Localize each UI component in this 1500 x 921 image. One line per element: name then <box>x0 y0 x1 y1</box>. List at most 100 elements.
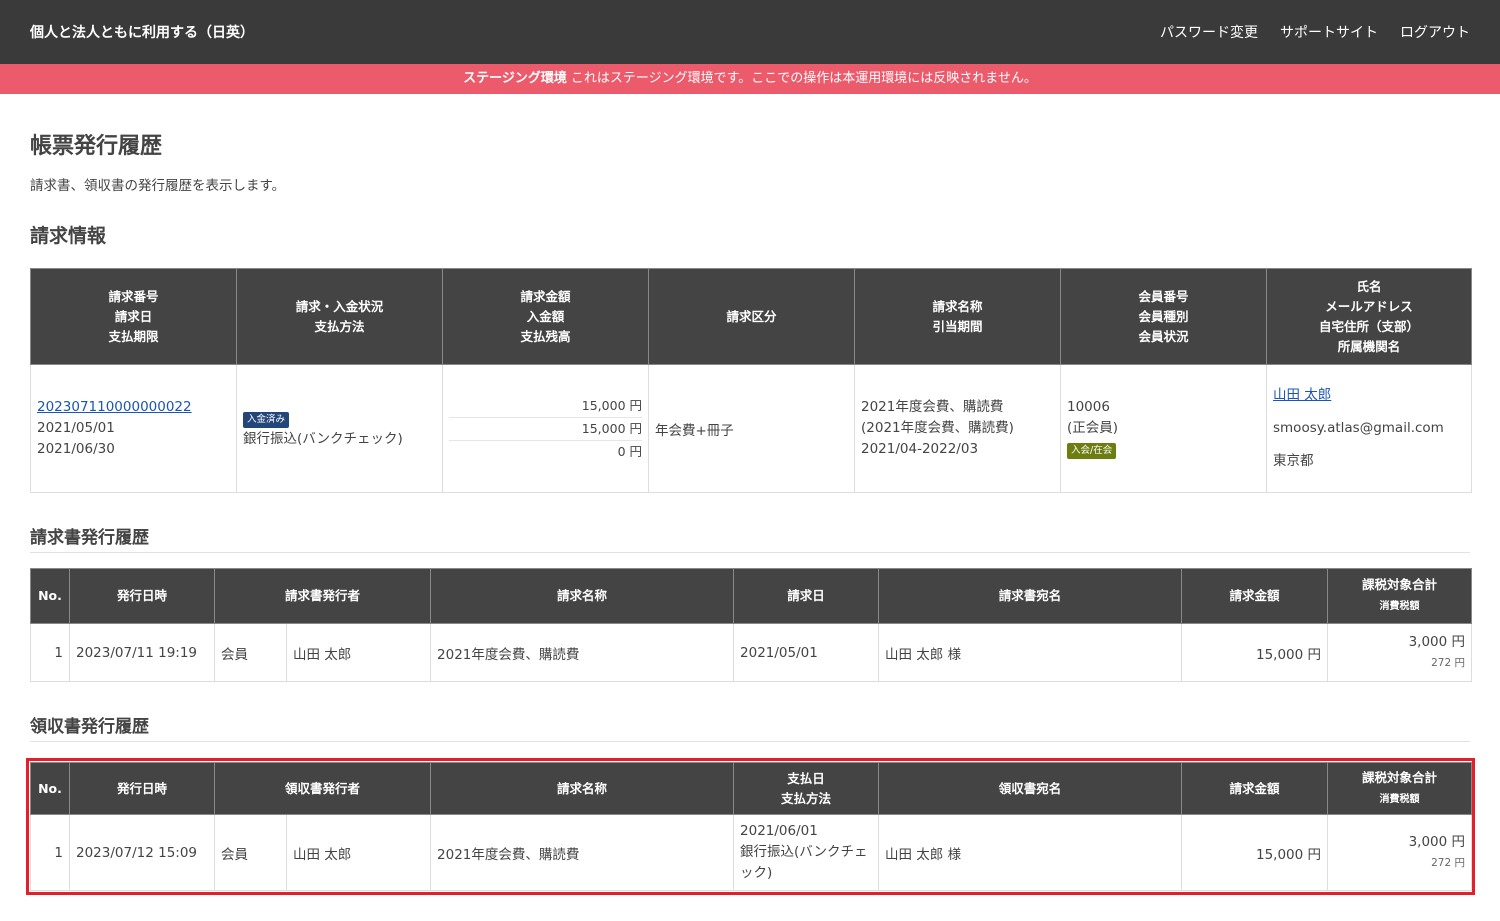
due-date: 2021/06/30 <box>37 441 115 457</box>
billing-period: 2021/04-2022/03 <box>861 441 979 457</box>
col-title: 請求名称 <box>430 568 735 624</box>
invoice-history-header-row: No. 発行日時 請求書発行者 請求名称 請求日 請求書宛名 請求金額 課税対象… <box>30 568 1473 624</box>
col-issued-at: 発行日時 <box>69 568 215 624</box>
row-recipient: 山田 太郎 様 <box>878 814 1183 891</box>
member-type: (正会員) <box>1067 420 1119 436</box>
person-cell: 山田 太郎 smoosy.atlas@gmail.com 東京都 <box>1266 364 1472 493</box>
row-pay-cell: 2021/06/01 銀行振込(バンクチェック) <box>733 814 880 891</box>
row-pay-date: 2021/06/01 <box>740 823 818 839</box>
invoice-history-table: No. 発行日時 請求書発行者 請求名称 請求日 請求書宛名 請求金額 課税対象… <box>30 568 1473 682</box>
nav-logout[interactable]: ログアウト <box>1400 22 1470 42</box>
row-title: 2021年度会費、購読費 <box>430 623 735 682</box>
billing-heading: 請求情報 <box>30 225 107 247</box>
col-invoice-no: 請求番号 請求日 支払期限 <box>30 268 237 365</box>
col-category: 請求区分 <box>648 268 855 365</box>
row-no: 1 <box>30 814 70 891</box>
invoice-history-heading: 請求書発行履歴 <box>30 523 1470 553</box>
row-no: 1 <box>30 623 70 682</box>
row-issuer-type: 会員 <box>214 814 287 891</box>
col-member: 会員番号 会員種別 会員状況 <box>1060 268 1267 365</box>
col-pay-date-label: 支払日 <box>787 770 825 786</box>
col-recipient: 領収書宛名 <box>878 762 1183 815</box>
col-amount: 請求金額 <box>1181 568 1329 624</box>
billing-name: 2021年度会費、購読費 <box>861 399 1004 415</box>
amount-cell: 15,000 円 15,000 円 0 円 <box>442 364 649 493</box>
table-row: 1 2023/07/11 19:19 会員 山田 太郎 2021年度会費、購読費… <box>30 623 1473 682</box>
staging-label: ステージング環境 <box>463 71 567 86</box>
member-number: 10006 <box>1067 399 1110 415</box>
staging-banner: ステージング環境 これはステージング環境です。ここでの操作は本運用環境には反映され… <box>0 64 1500 94</box>
row-title: 2021年度会費、購読費 <box>430 814 735 891</box>
row-invoice-date: 2021/05/01 <box>733 623 880 682</box>
balance-amount: 0 円 <box>617 443 642 459</box>
receipt-history-header-row: No. 発行日時 領収書発行者 請求名称 支払日 支払方法 領収書宛名 請求金額… <box>30 762 1473 815</box>
row-pay-method: 銀行振込(バンクチェック) <box>740 844 868 881</box>
col-recipient: 請求書宛名 <box>878 568 1183 624</box>
category-cell: 年会費+冊子 <box>648 364 855 493</box>
col-person: 氏名 メールアドレス 自宅住所（支部） 所属機関名 <box>1266 268 1472 365</box>
col-tax-label: 消費税額 <box>1379 793 1420 805</box>
col-invoice-date: 請求日 <box>733 568 880 624</box>
col-amounts: 請求金額 入金額 支払残高 <box>442 268 649 365</box>
col-pay-method-label: 支払方法 <box>781 790 832 806</box>
staging-message: これはステージング環境です。ここでの操作は本運用環境には反映されません。 <box>570 71 1037 86</box>
col-amount: 請求金額 <box>1181 762 1329 815</box>
row-amount: 15,000 円 <box>1181 814 1329 891</box>
col-taxable-label: 課税対象合計 <box>1362 577 1438 592</box>
invoice-amount: 15,000 円 <box>449 395 642 418</box>
paid-status-badge: 入金済み <box>243 411 290 428</box>
col-taxable: 課税対象合計 消費税額 <box>1327 568 1473 624</box>
billing-name-cell: 2021年度会費、購読費 (2021年度会費、購読費) 2021/04-2022… <box>854 364 1061 493</box>
col-no: No. <box>30 568 70 624</box>
row-issued-at: 2023/07/11 19:19 <box>69 623 215 682</box>
col-no: No. <box>30 762 70 815</box>
row-tax: 272 円 <box>1431 857 1466 869</box>
row-amount: 15,000 円 <box>1181 623 1329 682</box>
row-issuer-name: 山田 太郎 <box>285 814 432 891</box>
receipt-highlight-frame: No. 発行日時 領収書発行者 請求名称 支払日 支払方法 領収書宛名 請求金額… <box>26 758 1475 895</box>
row-taxable: 3,000 円 <box>1408 834 1466 850</box>
col-tax-label: 消費税額 <box>1379 601 1420 612</box>
billing-table: 請求番号 請求日 支払期限 請求・入金状況 支払方法 請求金額 入金額 支払残高… <box>30 268 1472 493</box>
billing-name-sub: (2021年度会費、購読費) <box>861 420 1014 436</box>
invoice-number-link[interactable]: 202307110000000022 <box>37 399 192 415</box>
row-taxable: 3,000 円 <box>1408 634 1466 650</box>
row-issuer-type: 会員 <box>214 623 287 682</box>
row-taxable-cell: 3,000 円 272 円 <box>1327 623 1473 682</box>
person-address: 東京都 <box>1273 453 1314 469</box>
row-tax: 272 円 <box>1431 657 1466 669</box>
col-taxable: 課税対象合計 消費税額 <box>1327 762 1473 815</box>
payment-method: 銀行振込(バンクチェック) <box>243 430 403 447</box>
row-issuer-name: 山田 太郎 <box>285 623 432 682</box>
col-issuer: 請求書発行者 <box>213 568 432 624</box>
row-taxable-cell: 3,000 円 272 円 <box>1327 814 1473 891</box>
page-description: 請求書、領収書の発行履歴を表示します。 <box>30 178 286 194</box>
row-recipient: 山田 太郎 様 <box>878 623 1183 682</box>
receipt-history-heading: 領収書発行履歴 <box>30 712 1470 742</box>
col-status: 請求・入金状況 支払方法 <box>236 268 443 365</box>
member-status-badge: 入会/在会 <box>1067 443 1117 459</box>
billing-row: 202307110000000022 2021/05/01 2021/06/30… <box>30 364 1472 493</box>
person-email: smoosy.atlas@gmail.com <box>1273 420 1444 436</box>
paid-amount: 15,000 円 <box>449 418 642 441</box>
main-content: 帳票発行履歴 請求書、領収書の発行履歴を表示します。 請求情報 請求番号 請求日… <box>0 132 1500 895</box>
status-cell: 入金済み 銀行振込(バンクチェック) <box>236 364 443 493</box>
invoice-date: 2021/05/01 <box>37 420 115 436</box>
billing-header-row: 請求番号 請求日 支払期限 請求・入金状況 支払方法 請求金額 入金額 支払残高… <box>30 268 1472 365</box>
nav-support-site[interactable]: サポートサイト <box>1280 22 1378 42</box>
table-row: 1 2023/07/12 15:09 会員 山田 太郎 2021年度会費、購読費… <box>30 814 1473 891</box>
brand-title[interactable]: 個人と法人ともに利用する（日英） <box>30 22 254 42</box>
col-issued-at: 発行日時 <box>69 762 215 815</box>
person-name-link[interactable]: 山田 太郎 <box>1273 387 1331 403</box>
col-billing-name: 請求名称 引当期間 <box>854 268 1061 365</box>
page-title: 帳票発行履歴 <box>30 134 163 159</box>
col-title: 請求名称 <box>430 762 735 815</box>
col-taxable-label: 課税対象合計 <box>1362 769 1438 785</box>
top-navbar: 個人と法人ともに利用する（日英） パスワード変更 サポートサイト ログアウト <box>0 0 1500 64</box>
col-pay-date: 支払日 支払方法 <box>733 762 880 815</box>
col-issuer: 領収書発行者 <box>213 762 432 815</box>
invoice-info-cell: 202307110000000022 2021/05/01 2021/06/30 <box>30 364 237 493</box>
row-issued-at: 2023/07/12 15:09 <box>69 814 215 891</box>
member-cell: 10006 (正会員) 入会/在会 <box>1060 364 1267 493</box>
nav-change-password[interactable]: パスワード変更 <box>1160 22 1258 42</box>
